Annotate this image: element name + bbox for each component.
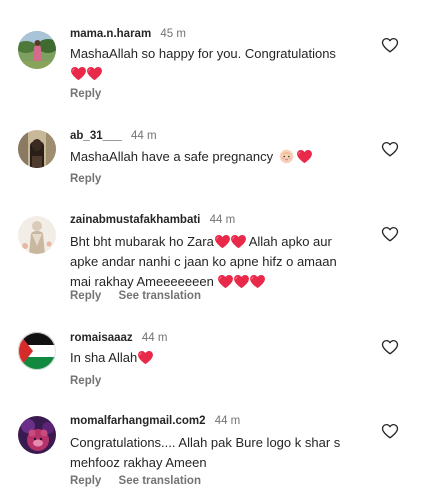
comment-text-line: MashaAllah have a safe pregnancy: [70, 149, 274, 164]
comment-text: Congratulations.... Allah pak Bure logo …: [70, 433, 370, 473]
like-button[interactable]: [381, 422, 399, 440]
comment-text-line: In sha Allah: [70, 350, 138, 365]
comment-text-line: MashaAllah so happy for you. Congratulat…: [70, 46, 336, 61]
comment-actions: Reply: [70, 374, 101, 388]
comment-username[interactable]: momalfarhangmail.com2: [70, 415, 205, 427]
avatar-image: [18, 332, 56, 370]
heart-outline-icon: [381, 140, 399, 158]
comment-header: momalfarhangmail.com2 44 m: [70, 414, 240, 428]
red-heart-emoji-icon: [87, 67, 102, 80]
comment-username[interactable]: romaisaaaz: [70, 332, 133, 344]
red-heart-emoji-icon: [297, 150, 312, 163]
comment-timestamp: 44 m: [141, 332, 168, 344]
comment-text: Bht bht mubarak ho Zara Allah apko aur a…: [70, 232, 370, 292]
red-heart-emoji-icon: [71, 67, 86, 80]
comment-text-line: Bht bht mubarak ho Zara: [70, 234, 214, 249]
reply-button[interactable]: Reply: [70, 475, 101, 487]
comment-username[interactable]: mama.n.haram: [70, 28, 151, 40]
avatar-image: [18, 216, 56, 254]
avatar[interactable]: [18, 416, 56, 454]
avatar[interactable]: [18, 130, 56, 168]
comment-text-line: mai rakhay Ameeeeeeen: [70, 274, 214, 289]
comment-header: ab_31___ 44 m: [70, 129, 157, 143]
comment-username[interactable]: zainabmustafakhambati: [70, 214, 200, 226]
baby-emoji-icon: [279, 149, 293, 164]
comment-text-line: apke andar nanhi c jaan ko apne hifz o a…: [70, 254, 337, 269]
avatar[interactable]: [18, 216, 56, 254]
comment-header: mama.n.haram 45 m: [70, 27, 186, 41]
comment-text: In sha Allah: [70, 348, 370, 368]
heart-outline-icon: [381, 422, 399, 440]
see-translation-button[interactable]: See translation: [119, 290, 201, 302]
avatar[interactable]: [18, 31, 56, 69]
avatar-image: [18, 31, 56, 69]
comment-text-line: Congratulations.... Allah pak Bure logo …: [70, 435, 341, 450]
comment-text: MashaAllah so happy for you. Congratulat…: [70, 44, 370, 84]
avatar-image: [18, 416, 56, 454]
reply-button[interactable]: Reply: [70, 88, 101, 100]
comment-timestamp: 44 m: [131, 130, 157, 142]
reply-button[interactable]: Reply: [70, 173, 101, 185]
like-button[interactable]: [381, 225, 399, 243]
comment-timestamp: 44 m: [214, 415, 241, 427]
red-heart-emoji-icon: [138, 351, 153, 364]
like-button[interactable]: [381, 36, 399, 54]
comment-actions: Reply See translation: [70, 474, 201, 488]
like-button[interactable]: [381, 338, 399, 356]
comment-timestamp: 45 m: [160, 28, 186, 40]
comment-header: romaisaaaz 44 m: [70, 331, 167, 345]
comment-actions: Reply: [70, 87, 101, 101]
reply-button[interactable]: Reply: [70, 375, 101, 387]
red-heart-emoji-icon: [218, 275, 233, 288]
comment-text: MashaAllah have a safe pregnancy: [70, 147, 370, 167]
comment-timestamp: 44 m: [209, 214, 236, 226]
comment-actions: Reply: [70, 172, 101, 186]
avatar-image: [18, 130, 56, 168]
heart-outline-icon: [381, 36, 399, 54]
heart-outline-icon: [381, 338, 399, 356]
avatar[interactable]: [18, 332, 56, 370]
comment-actions: Reply See translation: [70, 289, 201, 303]
comment-username[interactable]: ab_31___: [70, 130, 122, 142]
red-heart-emoji-icon: [215, 235, 230, 248]
like-button[interactable]: [381, 140, 399, 158]
red-heart-emoji-icon: [250, 275, 265, 288]
red-heart-emoji-icon: [231, 235, 246, 248]
reply-button[interactable]: Reply: [70, 290, 101, 302]
comment-text-line: Allah apko aur: [248, 234, 332, 249]
comment-header: zainabmustafakhambati 44 m: [70, 213, 235, 227]
see-translation-button[interactable]: See translation: [119, 475, 201, 487]
comment-text-line: mehfooz rakhay Ameen: [70, 455, 207, 470]
red-heart-emoji-icon: [234, 275, 249, 288]
heart-outline-icon: [381, 225, 399, 243]
